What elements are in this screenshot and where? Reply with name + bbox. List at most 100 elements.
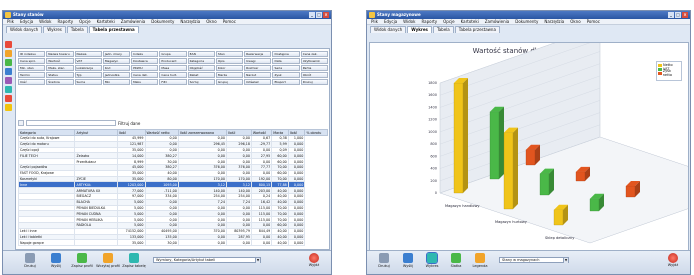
field-button[interactable]: Min. stan <box>18 65 46 71</box>
chart-select[interactable]: Stany w magazynach ▼ <box>499 257 569 263</box>
field-button[interactable]: Opis <box>215 58 244 64</box>
menu-item[interactable]: Opcje <box>443 19 454 24</box>
field-button[interactable]: Użytkownik <box>300 58 328 64</box>
column-header[interactable]: % obrotu <box>304 129 328 136</box>
field-button[interactable]: Min <box>102 79 131 85</box>
field-button[interactable]: Drukuj <box>300 79 328 85</box>
menu-item[interactable]: Zamówienia <box>121 19 145 24</box>
maximize-button[interactable]: □ <box>316 12 322 18</box>
field-button[interactable]: ID indeksu <box>18 51 46 57</box>
field-button[interactable]: Termin <box>18 72 46 78</box>
field-button[interactable]: Dostawca <box>131 58 159 64</box>
field-button[interactable]: Rozmiar <box>244 65 272 71</box>
field-button[interactable]: Typ <box>74 72 102 78</box>
field-button[interactable]: Lokalizacja <box>74 65 102 71</box>
field-button[interactable]: Rabat <box>187 72 215 78</box>
field-button[interactable]: Maks. stan <box>46 65 74 71</box>
tab-table[interactable]: Tabela <box>66 26 88 33</box>
field-button[interactable]: Seria <box>272 65 300 71</box>
load-profile-button[interactable]: Wczytaj profil <box>96 253 120 268</box>
filter-input[interactable] <box>26 120 116 126</box>
field-button[interactable]: PKWiU <box>131 65 159 71</box>
field-button[interactable]: Status <box>46 72 74 78</box>
field-button[interactable]: Sortuj <box>187 79 215 85</box>
send-button[interactable]: Wyślij <box>401 253 415 268</box>
menu-item[interactable]: Zamówienia <box>485 19 509 24</box>
print-button[interactable]: Drukuj <box>377 253 391 268</box>
menu-item[interactable]: Widok <box>39 19 51 24</box>
title-bar[interactable]: Stany stanów _ □ × <box>3 11 331 19</box>
field-button[interactable]: Suma <box>74 79 102 85</box>
tab-pivot[interactable]: Tabela przestawna <box>88 26 139 33</box>
field-button[interactable]: Marża <box>215 72 244 78</box>
close-button[interactable]: × <box>323 12 329 18</box>
chart-button[interactable]: Wykres <box>425 252 439 268</box>
field-button[interactable]: Data <box>272 58 300 64</box>
table-icon[interactable] <box>5 68 12 75</box>
menu-item[interactable]: Pomoc <box>587 19 600 24</box>
menu-item[interactable]: Narzędzia <box>180 19 200 24</box>
tab-pivot[interactable]: Tabela przestawna <box>454 26 500 33</box>
menu-item[interactable]: Plik <box>371 19 378 24</box>
tab-data-view[interactable]: Widok danych <box>370 26 407 33</box>
field-button[interactable]: Indeks <box>131 51 159 57</box>
grid-button[interactable]: Siatka <box>449 253 463 268</box>
folder-icon[interactable] <box>5 50 12 57</box>
menu-item[interactable]: Edycja <box>20 19 33 24</box>
field-button[interactable]: Objętość <box>187 65 215 71</box>
tab-chart[interactable]: Wykres <box>43 26 66 33</box>
field-button[interactable]: Cena hurt. <box>159 72 187 78</box>
field-button[interactable]: Nazwa <box>74 51 102 57</box>
send-button[interactable]: Wyślij <box>49 253 63 268</box>
field-button[interactable]: Zysk <box>272 72 300 78</box>
export-icon[interactable] <box>5 86 12 93</box>
star-icon[interactable] <box>5 104 12 111</box>
legend-button[interactable]: Legenda <box>472 253 488 268</box>
field-button[interactable]: Narzut <box>244 72 272 78</box>
menu-item[interactable]: Okno <box>206 19 216 24</box>
menu-item[interactable]: Widok <box>403 19 415 24</box>
field-button[interactable]: Filtr <box>159 79 187 85</box>
filter-icon[interactable] <box>5 77 12 84</box>
tab-chart[interactable]: Wykres <box>407 26 432 33</box>
menu-item[interactable]: Dokumenty <box>515 19 538 24</box>
field-button[interactable]: Cena zak. <box>300 51 328 57</box>
field-button[interactable]: Kod <box>102 65 131 71</box>
report-icon[interactable] <box>5 41 12 48</box>
field-button[interactable]: Odśwież <box>244 79 272 85</box>
field-button[interactable]: Magazyn <box>102 58 131 64</box>
field-button[interactable]: Masa <box>159 65 187 71</box>
field-button[interactable]: Maks <box>131 79 159 85</box>
delete-icon[interactable] <box>5 95 12 102</box>
field-button[interactable]: Kategoria <box>187 58 215 64</box>
field-button[interactable]: Producent <box>159 58 187 64</box>
menu-item[interactable]: Opcje <box>79 19 90 24</box>
save-profile-button[interactable]: Zapisz profil <box>71 253 93 268</box>
field-button[interactable]: Jedn. miary <box>102 51 131 57</box>
field-button[interactable]: Partia <box>300 65 328 71</box>
field-button[interactable]: Eksport <box>272 79 300 85</box>
field-button[interactable]: Obrót <box>300 72 328 78</box>
field-button[interactable]: Grupuj <box>215 79 244 85</box>
menu-item[interactable]: Raporty <box>57 19 73 24</box>
tab-table[interactable]: Tabela <box>432 26 454 33</box>
title-bar[interactable]: Stany magazynowe _ □ × <box>367 11 690 19</box>
menu-item[interactable]: Narzędzia <box>544 19 564 24</box>
menu-item[interactable]: Kartoteki <box>461 19 479 24</box>
menu-item[interactable]: Kartoteki <box>97 19 115 24</box>
menu-item[interactable]: Raporty <box>421 19 437 24</box>
field-button[interactable]: Jednostka <box>102 72 131 78</box>
field-button[interactable]: Stan <box>215 51 244 57</box>
exit-button[interactable]: Wyjdź <box>666 253 680 267</box>
maximize-button[interactable]: □ <box>675 12 681 18</box>
menu-item[interactable]: Pomoc <box>223 19 236 24</box>
exit-button[interactable]: Wyjdź <box>307 253 321 267</box>
menu-item[interactable]: Plik <box>7 19 14 24</box>
field-button[interactable]: Cena sprz. <box>18 58 46 64</box>
tab-data-view[interactable]: Widok danych <box>6 26 43 33</box>
view-select[interactable]: Wymiary, Kategoria/Artykuł tabeli ▼ <box>153 257 261 263</box>
field-button[interactable]: Nazwa towaru <box>46 51 74 57</box>
field-button[interactable]: Uwagi <box>244 58 272 64</box>
menu-item[interactable]: Okno <box>570 19 580 24</box>
menu-item[interactable]: Dokumenty <box>151 19 174 24</box>
